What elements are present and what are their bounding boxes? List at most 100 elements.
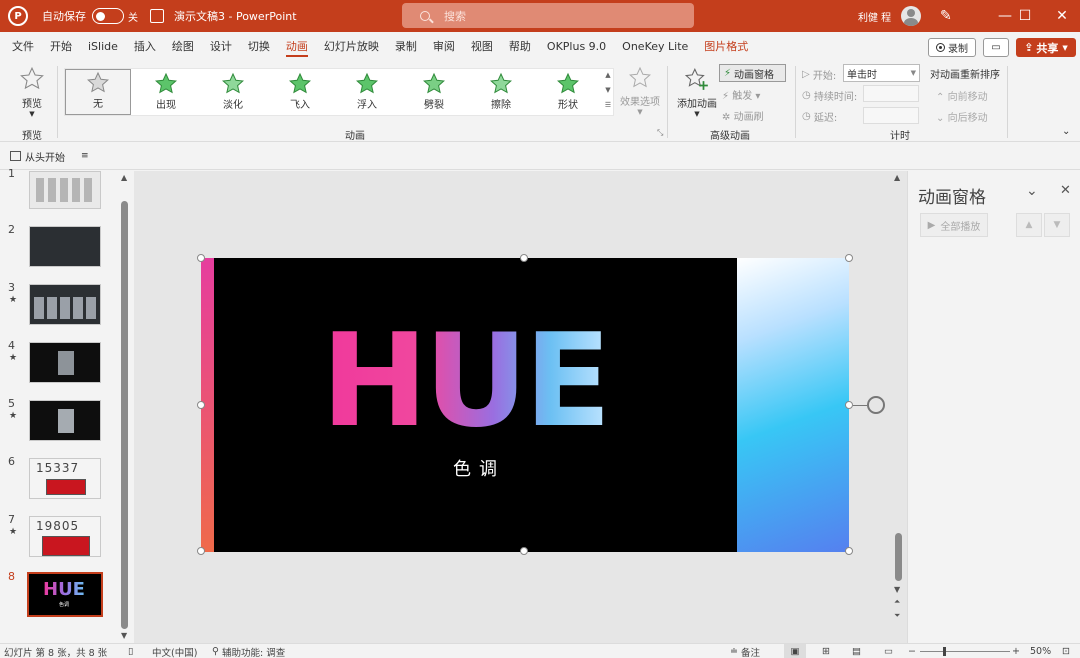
chevron-up-icon[interactable]: ▲: [121, 173, 127, 182]
anim-fade[interactable]: 淡化: [200, 69, 266, 115]
anim-shape[interactable]: 形状: [535, 69, 601, 115]
slide-subtitle[interactable]: 色调: [453, 455, 505, 481]
chevron-up-icon[interactable]: ▲: [602, 68, 614, 83]
trigger-button[interactable]: ⚡ 触发 ▾: [722, 87, 760, 102]
slide-title[interactable]: HUE: [321, 318, 611, 446]
effect-options-button[interactable]: 效果选项 ▼: [618, 66, 662, 116]
anim-wipe[interactable]: 擦除: [468, 69, 534, 115]
move-up-button[interactable]: ▲: [1016, 213, 1042, 237]
maximize-button[interactable]: ☐: [1005, 0, 1045, 32]
resize-handle[interactable]: [845, 547, 853, 555]
chevron-down-icon[interactable]: ▼: [121, 631, 127, 640]
thumbnail-slide-7[interactable]: 19805: [29, 516, 101, 557]
normal-view-icon[interactable]: ▣: [784, 644, 806, 658]
tab-okplus[interactable]: OKPlus 9.0: [539, 32, 614, 60]
tab-draw[interactable]: 绘图: [164, 32, 202, 60]
tab-help[interactable]: 帮助: [501, 32, 539, 60]
add-animation-button[interactable]: 添加动画 ▼: [674, 66, 720, 118]
thumbnail-slide-5[interactable]: [29, 400, 101, 441]
chevron-down-icon[interactable]: ⌄: [1026, 183, 1038, 199]
customize-toolbar-icon[interactable]: ≡: [81, 151, 89, 161]
tab-design[interactable]: 设计: [202, 32, 240, 60]
fit-to-window-icon[interactable]: ⊡: [1062, 644, 1070, 658]
next-slide-icon[interactable]: ⏷: [894, 611, 900, 621]
user-account[interactable]: 利健 程: [858, 0, 922, 32]
duration-input[interactable]: [863, 85, 919, 102]
slide-sorter-icon[interactable]: ⊞: [822, 644, 830, 658]
thumbnail-slide-4[interactable]: [29, 342, 101, 383]
tab-onekey[interactable]: OneKey Lite: [614, 32, 696, 60]
anim-split[interactable]: 劈裂: [401, 69, 467, 115]
chevron-down-icon[interactable]: ⌄: [1062, 126, 1070, 137]
tab-transitions[interactable]: 切换: [240, 32, 278, 60]
delay-input[interactable]: [863, 107, 919, 124]
thumbnail-slide-3[interactable]: [29, 284, 101, 325]
zoom-out-icon[interactable]: −: [908, 644, 916, 658]
close-icon[interactable]: ✕: [1060, 183, 1071, 198]
play-from-start-button[interactable]: 从头开始: [10, 149, 65, 164]
avatar[interactable]: [901, 6, 922, 26]
tab-record[interactable]: 录制: [387, 32, 425, 60]
spellcheck-icon[interactable]: ▯: [128, 644, 133, 658]
tab-animations[interactable]: 动画: [278, 32, 316, 60]
thumbnail-scrollbar[interactable]: ▲ ▼: [120, 171, 130, 643]
thumbnail-slide-1[interactable]: [29, 171, 101, 209]
slideshow-view-icon[interactable]: ▭: [884, 644, 893, 658]
resize-handle[interactable]: [197, 547, 205, 555]
resize-handle[interactable]: [845, 254, 853, 262]
chevron-down-icon[interactable]: ▼: [894, 585, 900, 594]
reading-view-icon[interactable]: ▤: [852, 644, 861, 658]
search-box[interactable]: 搜索: [402, 3, 694, 28]
tab-file[interactable]: 文件: [0, 32, 42, 60]
play-all-button[interactable]: ▶ 全部播放: [920, 213, 988, 237]
resize-handle[interactable]: [845, 401, 853, 409]
chevron-down-icon[interactable]: ▼: [602, 83, 614, 98]
chevron-up-icon[interactable]: ▲: [894, 173, 900, 182]
thumbnail-slide-8[interactable]: HUE 色调: [27, 572, 103, 617]
tab-insert[interactable]: 插入: [126, 32, 164, 60]
animation-painter-button[interactable]: ✲ 动画刷: [722, 108, 764, 123]
language[interactable]: 中文(中国): [152, 644, 197, 658]
pen-icon[interactable]: ✎: [940, 8, 952, 24]
zoom-slider-thumb[interactable]: [943, 647, 946, 656]
gallery-expand-icon[interactable]: ☰: [602, 98, 614, 113]
animation-pane-button[interactable]: ⚡ 动画窗格: [719, 64, 786, 82]
tab-islide[interactable]: iSlide: [80, 32, 126, 60]
tab-slideshow[interactable]: 幻灯片放映: [316, 32, 387, 60]
rotate-handle-icon[interactable]: [867, 396, 885, 414]
tab-home[interactable]: 开始: [42, 32, 80, 60]
tab-view[interactable]: 视图: [463, 32, 501, 60]
canvas-scrollbar[interactable]: ▲ ▼ ⏶ ⏷: [891, 171, 905, 643]
anim-fly-in[interactable]: 飞入: [267, 69, 333, 115]
autosave-toggle[interactable]: [92, 8, 124, 24]
close-button[interactable]: ✕: [1042, 0, 1080, 32]
current-slide[interactable]: HUE 色调: [201, 258, 849, 552]
move-earlier-button[interactable]: ⌃ 向前移动: [936, 88, 988, 103]
preview-button[interactable]: 预览 ▼: [14, 66, 50, 118]
record-button[interactable]: 录制: [928, 38, 976, 57]
share-button[interactable]: ⇪ 共享 ▼: [1016, 38, 1076, 57]
resize-handle[interactable]: [520, 254, 528, 262]
thumbnail-slide-2[interactable]: [29, 226, 101, 267]
start-select[interactable]: 单击时 ▼: [843, 64, 920, 82]
comments-button[interactable]: ▭: [983, 38, 1009, 57]
anim-appear[interactable]: 出现: [133, 69, 199, 115]
zoom-level[interactable]: 50%: [1030, 644, 1051, 658]
anim-none[interactable]: 无: [65, 69, 131, 115]
save-icon[interactable]: [150, 9, 164, 23]
zoom-slider[interactable]: [920, 651, 1010, 652]
resize-handle[interactable]: [197, 401, 205, 409]
scroll-thumb[interactable]: [895, 533, 902, 581]
dialog-launcher-icon[interactable]: ⤡: [657, 128, 663, 138]
accessibility-status[interactable]: ⚲ 辅助功能: 调查: [212, 644, 285, 658]
resize-handle[interactable]: [520, 547, 528, 555]
gallery-scroll[interactable]: ▲ ▼ ☰: [602, 68, 614, 116]
tab-review[interactable]: 审阅: [425, 32, 463, 60]
zoom-in-icon[interactable]: +: [1012, 644, 1020, 658]
resize-handle[interactable]: [197, 254, 205, 262]
anim-float-in[interactable]: 浮入: [334, 69, 400, 115]
scroll-thumb[interactable]: [121, 201, 128, 629]
move-down-button[interactable]: ▼: [1044, 213, 1070, 237]
notes-button[interactable]: ≐ 备注: [730, 644, 760, 658]
tab-picture-format[interactable]: 图片格式: [696, 32, 756, 60]
